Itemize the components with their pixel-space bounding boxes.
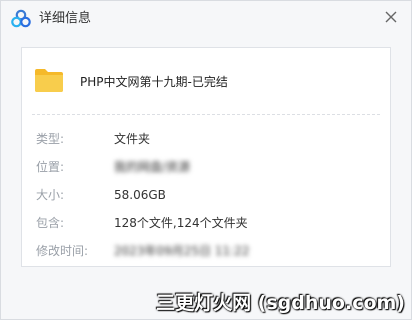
close-icon (385, 11, 397, 23)
file-header: PHP中文网第十九期-已完结 (22, 48, 390, 114)
detail-row-size: 大小: 58.06GB (36, 186, 376, 204)
detail-row-contents: 包含: 128个文件,124个文件夹 (36, 214, 376, 232)
detail-label: 类型: (36, 132, 65, 146)
close-button[interactable] (379, 5, 403, 29)
folder-icon (34, 66, 64, 94)
detail-label: 修改时间: (36, 244, 89, 258)
detail-label: 大小: (36, 188, 65, 202)
detail-value-obscured: 我的网盘/资源 (114, 160, 191, 174)
cloud-app-icon (11, 9, 31, 29)
watermark: 三更灯火网 (sgdhuo.com) (156, 292, 405, 314)
details-panel: PHP中文网第十九期-已完结 类型: 文件夹 位置: 我的网盘/资源 大小: 5… (21, 47, 391, 267)
detail-label: 位置: (36, 160, 65, 174)
detail-value: 128个文件,124个文件夹 (114, 216, 248, 230)
detail-value-obscured: 2023年09月25日 11:22 (114, 244, 250, 258)
detail-value: 文件夹 (114, 132, 151, 146)
window-title: 详细信息 (39, 11, 92, 26)
title-bar: 详细信息 (1, 1, 411, 37)
detail-value: 58.06GB (114, 188, 166, 202)
file-name: PHP中文网第十九期-已完结 (80, 75, 228, 89)
divider (32, 114, 380, 115)
detail-label: 包含: (36, 216, 65, 230)
detail-row-type: 类型: 文件夹 (36, 130, 376, 148)
details-dialog: 详细信息 PHP中文网第十九期-已完结 类型: 文件夹 位置: 我的网盘/资源 (0, 0, 412, 320)
detail-row-modified: 修改时间: 2023年09月25日 11:22 (36, 242, 376, 260)
detail-row-location: 位置: 我的网盘/资源 (36, 158, 376, 176)
